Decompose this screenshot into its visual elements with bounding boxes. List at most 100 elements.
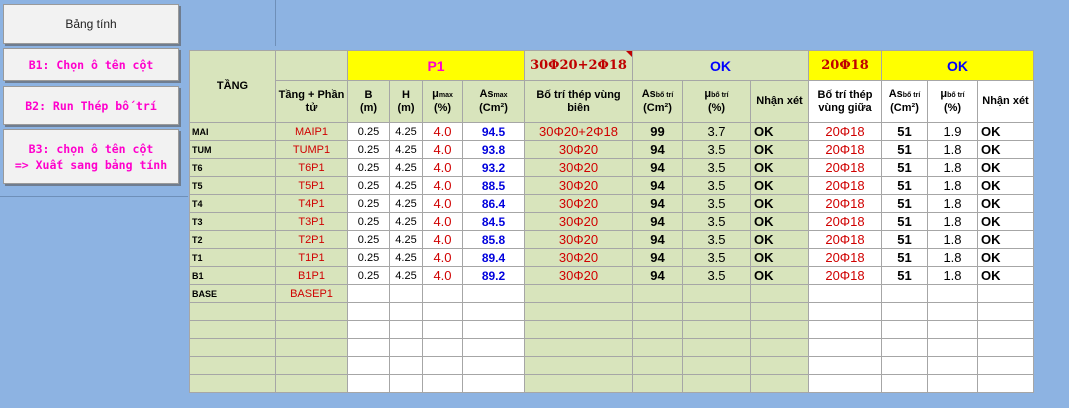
element-cell[interactable] [275,338,348,357]
mu-middle-cell[interactable] [927,338,978,357]
h-cell[interactable]: 4.25 [389,158,423,177]
mu-middle-cell[interactable] [927,374,978,393]
as-middle-cell[interactable]: 51 [881,122,928,141]
h-cell[interactable]: 4.25 [389,140,423,159]
edge-steel-cell[interactable]: 30Φ20 [524,212,633,231]
as-edge-cell[interactable]: 94 [632,230,683,249]
mu-middle-cell[interactable]: 1.8 [927,158,978,177]
b-cell[interactable]: 0.25 [347,266,390,285]
edge-steel-cell[interactable]: 30Φ20 [524,266,633,285]
mu-middle-cell[interactable] [927,284,978,303]
middle-remark-cell[interactable]: OK [977,248,1034,267]
edge-remark-cell[interactable] [750,284,809,303]
export-to-sheet-button[interactable]: B3: chọn ô tên cột => Xuất sang bảng tính [3,129,179,184]
spreadsheet-button[interactable]: Bảng tính [3,4,179,44]
edge-steel-cell[interactable] [524,302,633,321]
mu-max-cell[interactable]: 4.0 [422,158,463,177]
h-cell[interactable]: 4.25 [389,176,423,195]
floor-cell[interactable]: T5 [189,176,276,195]
floor-cell[interactable]: T4 [189,194,276,213]
mu-middle-cell[interactable] [927,356,978,375]
floor-cell[interactable]: T2 [189,230,276,249]
as-edge-cell[interactable]: 94 [632,194,683,213]
middle-steel-cell[interactable] [808,320,882,339]
as-middle-cell[interactable] [881,356,928,375]
b-cell[interactable]: 0.25 [347,140,390,159]
middle-remark-cell[interactable]: OK [977,176,1034,195]
as-edge-cell[interactable] [632,338,683,357]
middle-steel-cell[interactable] [808,338,882,357]
middle-steel-cell[interactable] [808,374,882,393]
as-edge-cell[interactable]: 94 [632,176,683,195]
element-cell[interactable] [275,356,348,375]
middle-remark-cell[interactable] [977,320,1034,339]
element-cell[interactable]: T4P1 [275,194,348,213]
mu-max-cell[interactable]: 4.0 [422,266,463,285]
mu-middle-cell[interactable]: 1.8 [927,266,978,285]
select-column-button[interactable]: B1: Chọn ô tên cột [3,48,179,81]
middle-remark-cell[interactable]: OK [977,194,1034,213]
element-cell[interactable]: T3P1 [275,212,348,231]
mu-middle-cell[interactable]: 1.8 [927,248,978,267]
b-cell[interactable]: 0.25 [347,230,390,249]
middle-remark-cell[interactable] [977,374,1034,393]
element-cell[interactable]: T6P1 [275,158,348,177]
mu-max-cell[interactable]: 4.0 [422,176,463,195]
edge-steel-cell[interactable] [524,320,633,339]
as-max-cell[interactable] [462,284,525,303]
element-cell[interactable]: T2P1 [275,230,348,249]
floor-cell[interactable] [189,338,276,357]
h-cell[interactable] [389,338,423,357]
mu-edge-cell[interactable]: 3.5 [682,176,751,195]
edge-steel-cell[interactable]: 30Φ20 [524,194,633,213]
as-max-cell[interactable]: 94.5 [462,122,525,141]
edge-steel-cell[interactable]: 30Φ20+2Φ18 [524,122,633,141]
edge-steel-cell[interactable] [524,338,633,357]
as-middle-cell[interactable] [881,374,928,393]
mu-max-cell[interactable]: 4.0 [422,122,463,141]
edge-remark-cell[interactable]: OK [750,176,809,195]
mu-middle-cell[interactable]: 1.9 [927,122,978,141]
as-middle-cell[interactable]: 51 [881,176,928,195]
edge-remark-cell[interactable] [750,338,809,357]
mu-middle-cell[interactable]: 1.8 [927,140,978,159]
edge-remark-cell[interactable] [750,320,809,339]
b-cell[interactable] [347,284,390,303]
edge-remark-cell[interactable]: OK [750,230,809,249]
h-cell[interactable]: 4.25 [389,194,423,213]
as-max-cell[interactable]: 93.2 [462,158,525,177]
as-max-cell[interactable] [462,374,525,393]
edge-remark-cell[interactable]: OK [750,140,809,159]
column-name-p1[interactable]: P1 [347,50,525,81]
floor-cell[interactable]: T1 [189,248,276,267]
b-cell[interactable]: 0.25 [347,212,390,231]
floor-cell[interactable]: T3 [189,212,276,231]
edge-steel-cell[interactable]: 30Φ20 [524,230,633,249]
mu-edge-cell[interactable]: 3.5 [682,230,751,249]
mu-edge-cell[interactable]: 3.5 [682,140,751,159]
as-max-cell[interactable]: 88.5 [462,176,525,195]
mu-edge-cell[interactable]: 3.5 [682,248,751,267]
middle-steel-cell[interactable]: 20Φ18 [808,176,882,195]
mu-edge-cell[interactable]: 3.5 [682,212,751,231]
as-middle-cell[interactable]: 51 [881,212,928,231]
mu-edge-cell[interactable] [682,338,751,357]
middle-steel-cell[interactable]: 20Φ18 [808,194,882,213]
edge-steel-cell[interactable]: 30Φ20 [524,140,633,159]
mu-max-cell[interactable] [422,284,463,303]
floor-cell[interactable]: B1 [189,266,276,285]
as-middle-cell[interactable]: 51 [881,230,928,249]
edge-remark-cell[interactable]: OK [750,122,809,141]
middle-steel-cell[interactable]: 20Φ18 [808,158,882,177]
edge-steel-cell[interactable]: 30Φ20 [524,248,633,267]
as-max-cell[interactable]: 89.4 [462,248,525,267]
as-middle-cell[interactable]: 51 [881,194,928,213]
mu-max-cell[interactable]: 4.0 [422,212,463,231]
as-max-cell[interactable] [462,320,525,339]
middle-remark-cell[interactable]: OK [977,140,1034,159]
as-max-cell[interactable]: 84.5 [462,212,525,231]
as-max-cell[interactable]: 89.2 [462,266,525,285]
edge-steel-cell[interactable]: 30Φ20 [524,176,633,195]
edge-remark-cell[interactable] [750,374,809,393]
h-cell[interactable] [389,320,423,339]
